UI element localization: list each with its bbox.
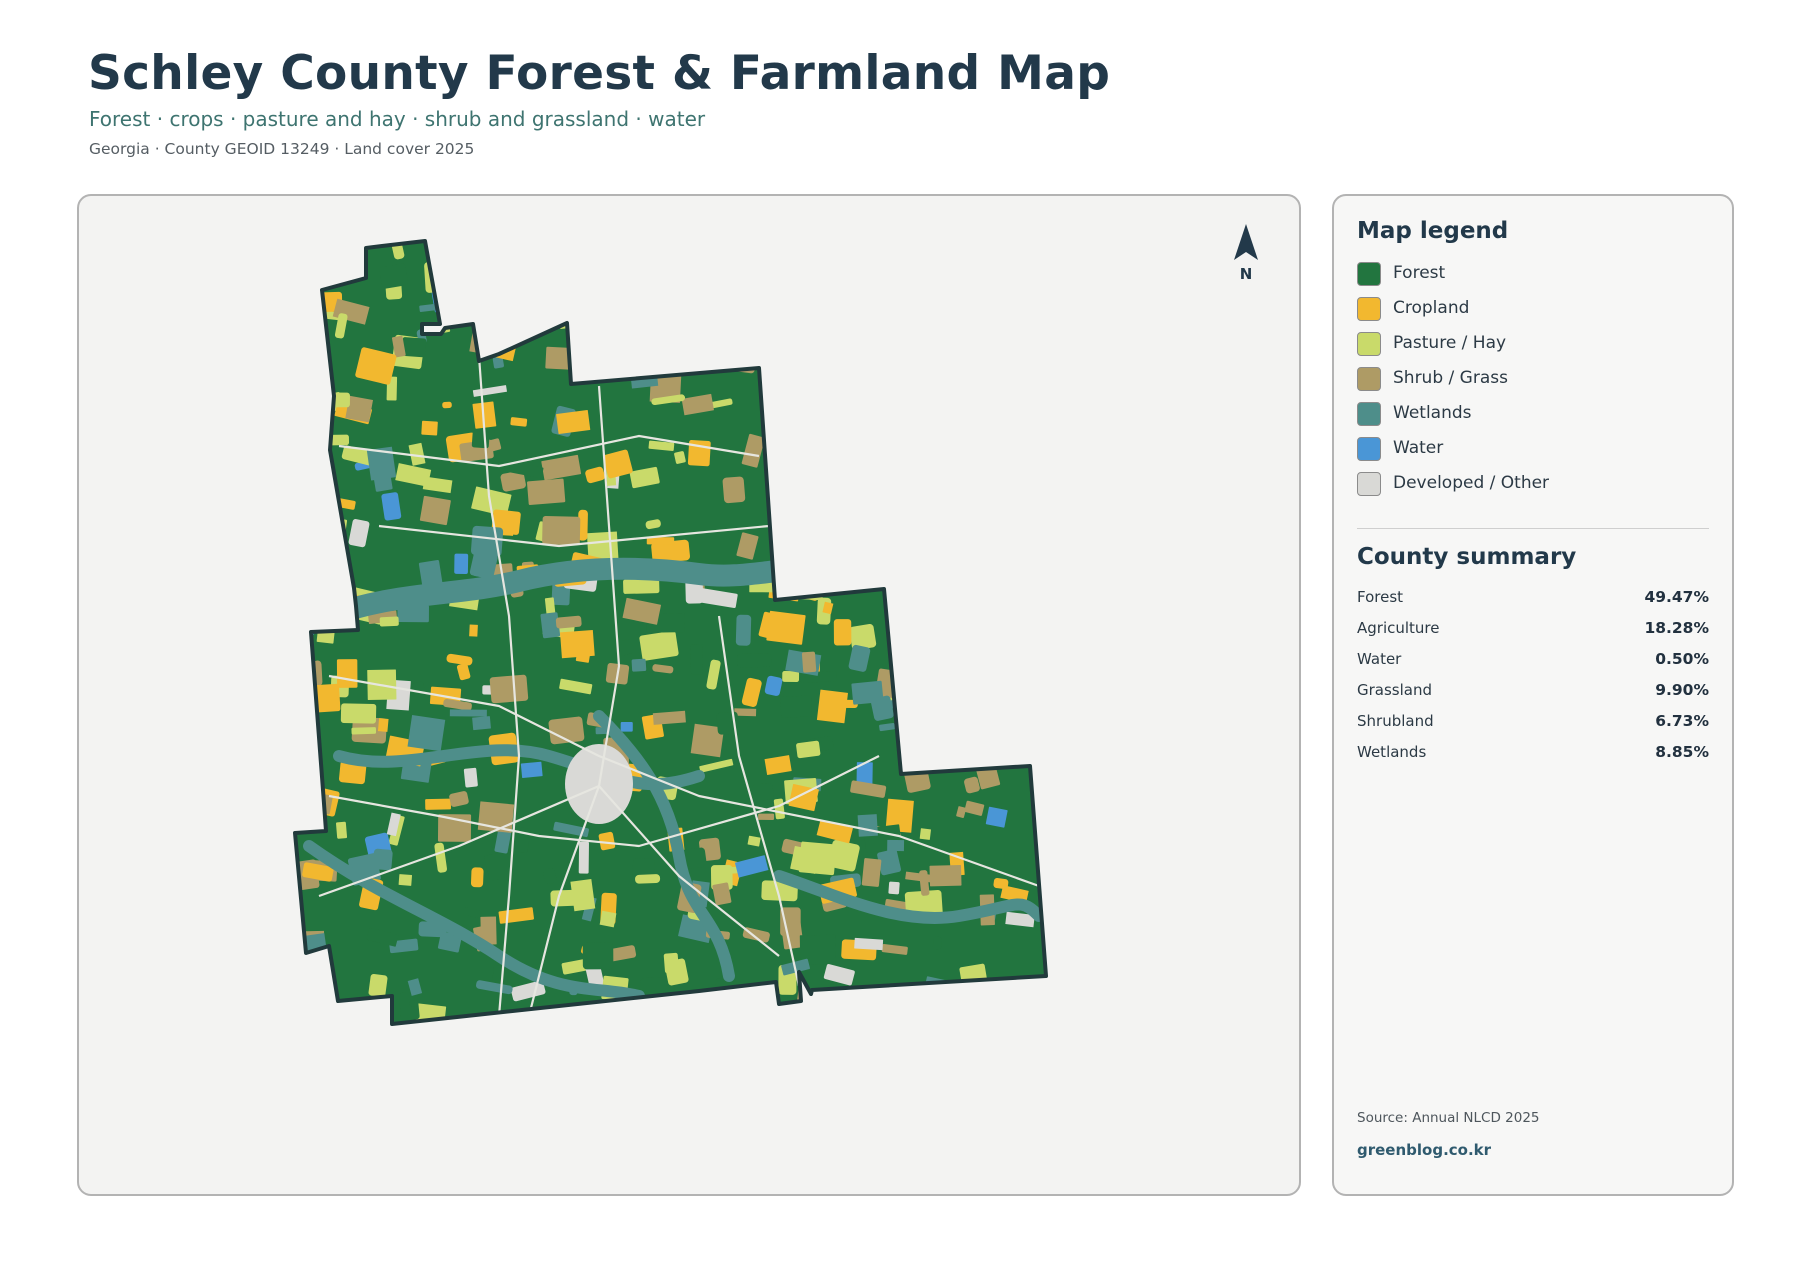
page-subtitle: Forest · crops · pasture and hay · shrub… bbox=[89, 107, 706, 131]
legend-swatch-developed bbox=[1357, 472, 1381, 496]
summary-value: 9.90% bbox=[1655, 681, 1709, 699]
summary-row-wetlands: Wetlands 8.85% bbox=[1357, 743, 1709, 763]
legend-swatch-water bbox=[1357, 437, 1381, 461]
summary-label: Forest bbox=[1357, 588, 1404, 606]
legend-item-wetlands: Wetlands bbox=[1357, 402, 1697, 426]
summary-value: 8.85% bbox=[1655, 743, 1709, 761]
north-arrow: N bbox=[1218, 222, 1274, 286]
legend-item-shrub: Shrub / Grass bbox=[1357, 367, 1697, 391]
summary-label: Agriculture bbox=[1357, 619, 1440, 637]
brand-link[interactable]: greenblog.co.kr bbox=[1357, 1141, 1491, 1159]
summary-label: Wetlands bbox=[1357, 743, 1427, 761]
legend-label: Cropland bbox=[1393, 298, 1470, 318]
summary-label: Grassland bbox=[1357, 681, 1432, 699]
legend-heading: Map legend bbox=[1357, 218, 1509, 244]
legend-label: Wetlands bbox=[1393, 403, 1472, 423]
map-panel[interactable] bbox=[77, 194, 1301, 1196]
summary-label: Shrubland bbox=[1357, 712, 1434, 730]
summary-row-shrubland: Shrubland 6.73% bbox=[1357, 712, 1709, 732]
summary-value: 49.47% bbox=[1644, 588, 1709, 606]
legend-item-cropland: Cropland bbox=[1357, 297, 1697, 321]
county-map[interactable] bbox=[79, 196, 1301, 1196]
legend-label: Developed / Other bbox=[1393, 473, 1550, 493]
legend-swatch-forest bbox=[1357, 262, 1381, 286]
legend-item-forest: Forest bbox=[1357, 262, 1697, 286]
summary-value: 0.50% bbox=[1655, 650, 1709, 668]
summary-row-water: Water 0.50% bbox=[1357, 650, 1709, 670]
legend-label: Shrub / Grass bbox=[1393, 368, 1508, 388]
summary-label: Water bbox=[1357, 650, 1402, 668]
legend-item-developed: Developed / Other bbox=[1357, 472, 1697, 496]
page-meta: Georgia · County GEOID 13249 · Land cove… bbox=[89, 140, 475, 158]
summary-heading: County summary bbox=[1357, 544, 1577, 570]
side-panel: Map legend Forest Cropland Pasture / Hay… bbox=[1332, 194, 1734, 1196]
summary-row-grassland: Grassland 9.90% bbox=[1357, 681, 1709, 701]
north-label: N bbox=[1239, 265, 1253, 283]
legend-swatch-cropland bbox=[1357, 297, 1381, 321]
legend-label: Forest bbox=[1393, 263, 1446, 283]
legend-swatch-wetlands bbox=[1357, 402, 1381, 426]
legend-item-pasture: Pasture / Hay bbox=[1357, 332, 1697, 356]
summary-row-forest: Forest 49.47% bbox=[1357, 588, 1709, 608]
legend-swatch-pasture bbox=[1357, 332, 1381, 356]
page-title: Schley County Forest & Farmland Map bbox=[88, 46, 1111, 101]
summary-value: 6.73% bbox=[1655, 712, 1709, 730]
legend-swatch-shrub bbox=[1357, 367, 1381, 391]
panel-divider bbox=[1357, 528, 1709, 529]
legend-label: Water bbox=[1393, 438, 1444, 458]
legend-item-water: Water bbox=[1357, 437, 1697, 461]
data-source: Source: Annual NLCD 2025 bbox=[1357, 1110, 1540, 1126]
summary-value: 18.28% bbox=[1644, 619, 1709, 637]
north-arrow-icon bbox=[1234, 224, 1258, 260]
summary-row-agriculture: Agriculture 18.28% bbox=[1357, 619, 1709, 639]
legend-label: Pasture / Hay bbox=[1393, 333, 1507, 353]
